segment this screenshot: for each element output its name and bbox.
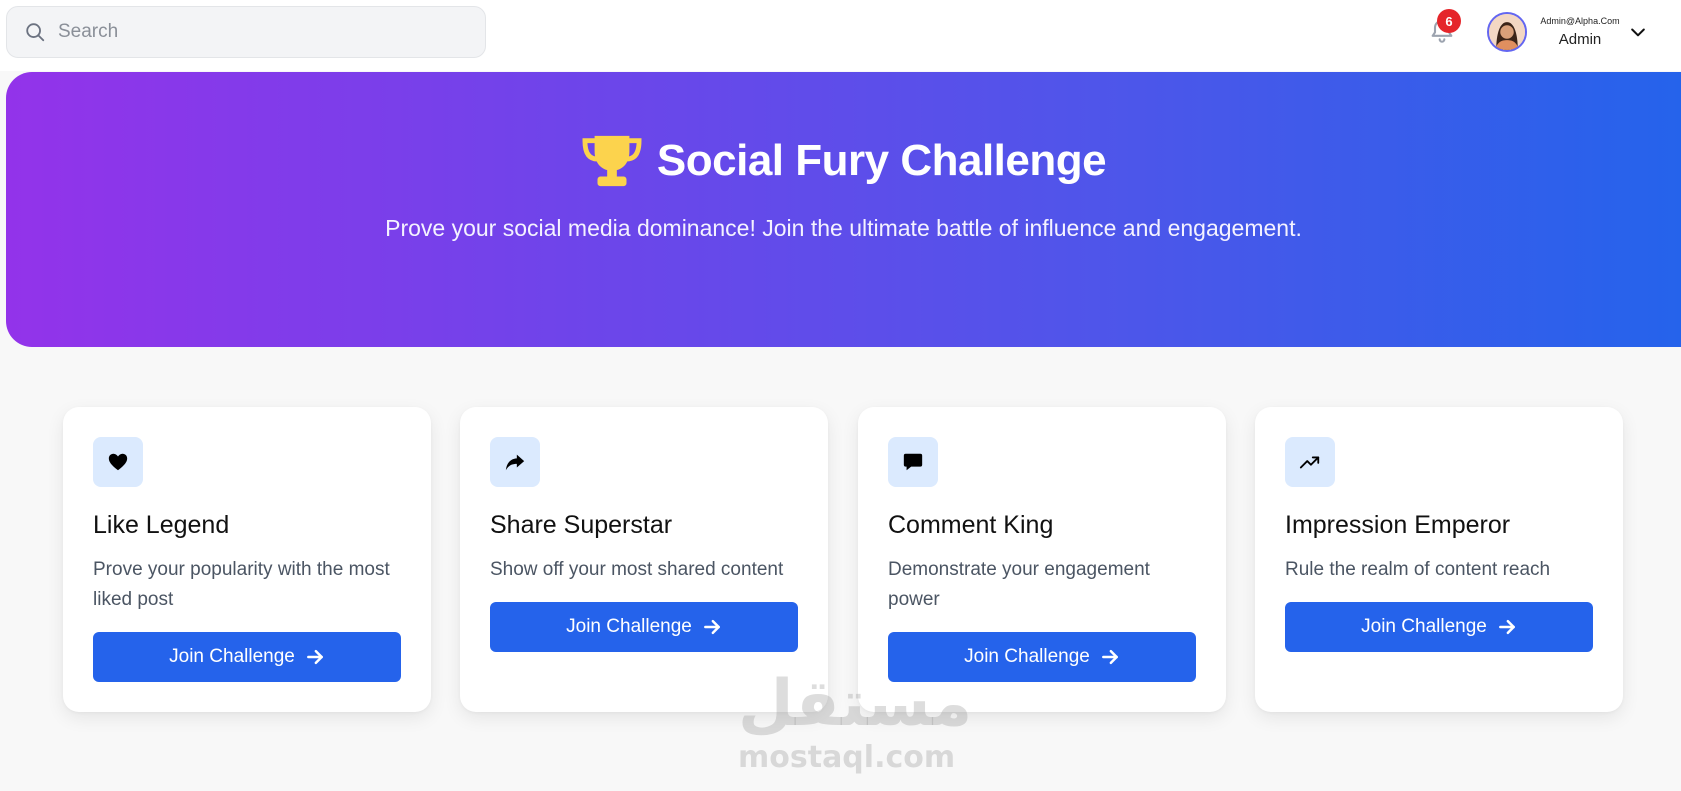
card-icon-box (888, 437, 938, 487)
chevron-down-icon[interactable] (1628, 22, 1648, 42)
user-email: Admin@Alpha.Com (1540, 16, 1620, 26)
card-description: Prove your popularity with the most like… (93, 559, 390, 610)
challenge-card-impression-emperor: Impression Emperor Rule the realm of con… (1255, 407, 1623, 712)
button-label: Join Challenge (169, 646, 295, 667)
challenge-card-like-legend: Like Legend Prove your popularity with t… (63, 407, 431, 712)
top-bar: 6 Admin@Alpha.Com Admin (0, 0, 1681, 71)
card-icon-box (93, 437, 143, 487)
arrow-right-icon (1498, 619, 1515, 635)
button-label: Join Challenge (1361, 616, 1487, 637)
card-icon-box (490, 437, 540, 487)
card-description: Rule the realm of content reach (1285, 559, 1551, 580)
join-challenge-button[interactable]: Join Challenge (490, 602, 798, 652)
card-description: Demonstrate your engagement power (888, 559, 1150, 610)
search-icon (26, 23, 45, 42)
watermark-latin: mostaql.com (738, 740, 956, 775)
button-label: Join Challenge (566, 616, 692, 637)
join-challenge-button[interactable]: Join Challenge (93, 632, 401, 682)
user-avatar[interactable] (1487, 12, 1527, 52)
card-title: Share Superstar (490, 511, 673, 539)
hero-title: Social Fury Challenge (656, 136, 1107, 185)
hero-title-row: Social Fury Challenge (6, 132, 1681, 190)
arrow-right-icon (306, 649, 323, 665)
hero-subtitle: Prove your social media dominance! Join … (385, 215, 1302, 241)
card-icon-box (1285, 437, 1335, 487)
card-title: Like Legend (93, 511, 230, 539)
arrow-right-icon (1101, 649, 1118, 665)
comment-icon (903, 453, 923, 471)
hero-banner: Social Fury Challenge Prove your social … (6, 72, 1681, 347)
button-label: Join Challenge (964, 646, 1090, 667)
join-challenge-button[interactable]: Join Challenge (1285, 602, 1593, 652)
search-input[interactable] (58, 21, 458, 43)
watermark-arabic: مستقل (738, 667, 973, 741)
search-box[interactable] (6, 6, 486, 58)
card-title: Impression Emperor (1285, 511, 1511, 539)
arrow-right-icon (703, 619, 720, 635)
trophy-icon (582, 135, 642, 187)
share-icon (505, 454, 525, 471)
card-description: Show off your most shared content (490, 559, 784, 580)
notification-badge: 6 (1437, 9, 1461, 33)
user-name: Admin (1558, 31, 1602, 48)
heart-icon (108, 453, 128, 471)
trending-up-icon (1299, 456, 1320, 469)
card-title: Comment King (888, 511, 1054, 539)
